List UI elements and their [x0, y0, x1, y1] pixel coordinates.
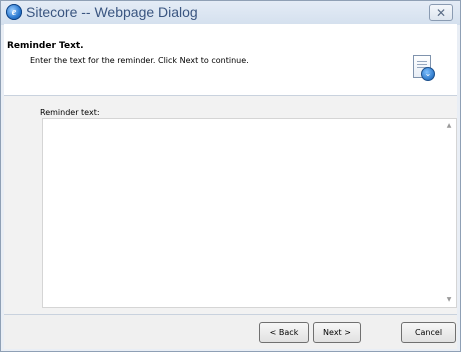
dialog-footer — [4, 314, 457, 349]
reminder-text-label: Reminder text: — [40, 108, 100, 117]
dialog-header: Reminder Text. Enter the text for the re… — [4, 24, 457, 96]
title-bar: e Sitecore -- Webpage Dialog ✕ — [1, 1, 460, 25]
header-title: Reminder Text. — [7, 41, 84, 51]
cancel-button[interactable]: Cancel — [401, 322, 456, 343]
close-button[interactable]: ✕ — [429, 4, 453, 21]
header-description: Enter the text for the reminder. Click N… — [30, 56, 249, 65]
back-button[interactable]: < Back — [259, 322, 309, 343]
internet-explorer-icon: e — [6, 4, 22, 20]
window-title: Sitecore -- Webpage Dialog — [26, 4, 198, 20]
next-button[interactable]: Next > — [313, 322, 361, 343]
document-icon: ⌄ — [413, 55, 435, 81]
chevron-down-icon: ⌄ — [421, 67, 435, 81]
scroll-down-icon[interactable]: ▼ — [446, 297, 452, 303]
scroll-up-icon[interactable]: ▲ — [446, 123, 452, 129]
reminder-text-input[interactable]: ▲ ▼ — [42, 118, 457, 308]
